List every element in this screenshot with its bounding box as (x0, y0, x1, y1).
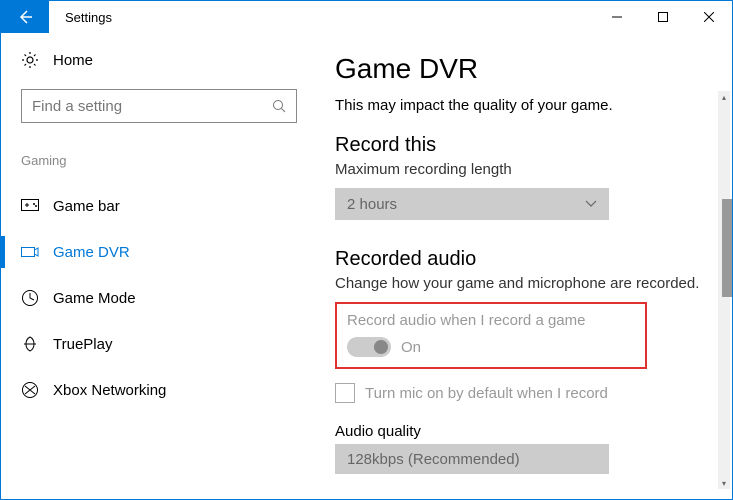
page-subtitle: This may impact the quality of your game… (335, 97, 704, 114)
recorded-audio-heading: Recorded audio (335, 248, 704, 271)
record-audio-label: Record audio when I record a game (347, 312, 635, 329)
scroll-down-icon[interactable]: ▾ (718, 477, 730, 489)
audio-quality-dropdown[interactable]: 128kbps (Recommended) (335, 444, 609, 474)
mic-checkbox[interactable] (335, 383, 355, 403)
audio-quality-label: Audio quality (335, 423, 704, 440)
search-icon (272, 99, 286, 113)
minimize-icon (612, 12, 622, 22)
record-this-heading: Record this (335, 134, 704, 157)
sidebar-item-game-mode[interactable]: Game Mode (21, 278, 291, 318)
sidebar-item-label: Game Mode (53, 290, 136, 307)
search-field[interactable] (32, 98, 272, 115)
max-length-label: Maximum recording length (335, 161, 704, 178)
chevron-down-icon (585, 200, 597, 208)
home-nav[interactable]: Home (21, 51, 291, 69)
close-button[interactable] (686, 1, 732, 33)
search-input[interactable] (21, 89, 297, 123)
maximize-icon (658, 12, 668, 22)
max-length-dropdown[interactable]: 2 hours (335, 188, 609, 220)
sidebar-item-label: Xbox Networking (53, 382, 166, 399)
sidebar: Home Gaming Game bar Game DVR Game Mode … (1, 33, 311, 499)
scroll-up-icon[interactable]: ▴ (718, 91, 730, 103)
home-label: Home (53, 52, 93, 69)
sidebar-item-label: Game DVR (53, 244, 130, 261)
maximize-button[interactable] (640, 1, 686, 33)
xbox-icon (21, 381, 39, 399)
main-content: Game DVR This may impact the quality of … (311, 33, 732, 499)
window-title: Settings (65, 10, 112, 25)
sidebar-item-game-dvr[interactable]: Game DVR (21, 232, 291, 272)
gear-icon (21, 51, 39, 69)
highlight-box: Record audio when I record a game On (335, 302, 647, 369)
page-title: Game DVR (335, 53, 704, 85)
dropdown-value: 2 hours (347, 196, 397, 213)
close-icon (704, 12, 714, 22)
dropdown-value: 128kbps (Recommended) (347, 451, 520, 468)
mic-default-row[interactable]: Turn mic on by default when I record (335, 383, 704, 403)
minimize-button[interactable] (594, 1, 640, 33)
window-controls (594, 1, 732, 33)
back-button[interactable] (1, 1, 49, 33)
record-audio-toggle[interactable] (347, 337, 391, 357)
sidebar-item-label: TruePlay (53, 336, 112, 353)
arrow-left-icon (17, 9, 33, 25)
titlebar: Settings (1, 1, 732, 33)
gamebar-icon (21, 197, 39, 215)
recorded-audio-desc: Change how your game and microphone are … (335, 275, 704, 292)
scroll-thumb[interactable] (722, 199, 732, 297)
toggle-state: On (401, 339, 421, 356)
sidebar-item-game-bar[interactable]: Game bar (21, 186, 291, 226)
gamemode-icon (21, 289, 39, 307)
sidebar-item-label: Game bar (53, 198, 120, 215)
sidebar-item-trueplay[interactable]: TruePlay (21, 324, 291, 364)
mic-checkbox-label: Turn mic on by default when I record (365, 385, 608, 402)
trueplay-icon (21, 335, 39, 353)
dvr-icon (21, 243, 39, 261)
section-header: Gaming (21, 153, 291, 168)
sidebar-item-xbox-networking[interactable]: Xbox Networking (21, 370, 291, 410)
